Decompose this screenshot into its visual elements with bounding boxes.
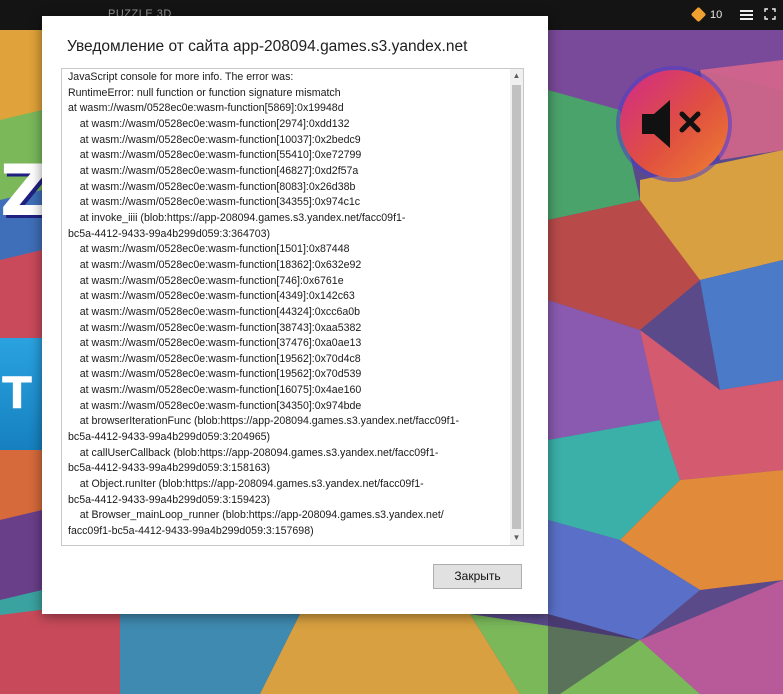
log-line: at wasm://wasm/0528ec0e:wasm-function[38… xyxy=(68,321,362,334)
play-banner[interactable]: T xyxy=(0,338,44,450)
dialog-title: Уведомление от сайта app-208094.games.s3… xyxy=(67,38,468,55)
log-line: RuntimeError: null function or function … xyxy=(68,86,341,99)
log-line: bc5a-4412-9433-99a4b299d059:3:364703) xyxy=(68,227,271,240)
log-line: bc5a-4412-9433-99a4b299d059:3:204965) xyxy=(68,431,271,444)
error-log-text: JavaScript console for more info. The er… xyxy=(68,70,508,540)
scroll-down-arrow-icon[interactable]: ▼ xyxy=(510,531,523,545)
error-log-textarea[interactable]: JavaScript console for more info. The er… xyxy=(61,68,524,546)
log-line: at wasm://wasm/0528ec0e:wasm-function[58… xyxy=(68,102,344,115)
log-line: at wasm://wasm/0528ec0e:wasm-function[74… xyxy=(68,274,344,287)
scroll-thumb[interactable] xyxy=(512,85,521,529)
log-line: at Browser_mainLoop_runner (blob:https:/… xyxy=(68,509,444,522)
log-line: at wasm://wasm/0528ec0e:wasm-function[19… xyxy=(68,368,362,381)
fullscreen-icon[interactable] xyxy=(764,8,776,20)
log-line: at callUserCallback (blob:https://app-20… xyxy=(68,446,439,459)
log-line: facc09f1-bc5a-4412-9433-99a4b299d059:3:1… xyxy=(68,525,314,538)
log-line: at Object.runIter (blob:https://app-2080… xyxy=(68,478,424,491)
log-line: at invoke_iiii (blob:https://app-208094.… xyxy=(68,211,406,224)
log-line: at wasm://wasm/0528ec0e:wasm-function[80… xyxy=(68,180,356,193)
site-alert-dialog: Уведомление от сайта app-208094.games.s3… xyxy=(42,16,548,614)
log-line: at wasm://wasm/0528ec0e:wasm-function[44… xyxy=(68,305,361,318)
log-line: bc5a-4412-9433-99a4b299d059:3:159423) xyxy=(68,493,271,506)
coin-count: 10 xyxy=(710,9,723,21)
log-line: at wasm://wasm/0528ec0e:wasm-function[16… xyxy=(68,384,362,397)
log-line: at wasm://wasm/0528ec0e:wasm-function[10… xyxy=(68,133,361,146)
log-line: at wasm://wasm/0528ec0e:wasm-function[19… xyxy=(68,352,361,365)
log-line: at wasm://wasm/0528ec0e:wasm-function[18… xyxy=(68,258,362,271)
log-scrollbar[interactable]: ▲ ▼ xyxy=(510,69,523,545)
log-line: at browserIterationFunc (blob:https://ap… xyxy=(68,415,460,428)
log-line: at wasm://wasm/0528ec0e:wasm-function[37… xyxy=(68,337,362,350)
play-banner-label: T xyxy=(2,368,33,419)
sound-toggle-button[interactable] xyxy=(620,70,728,178)
speaker-muted-icon xyxy=(642,100,701,148)
coin-icon xyxy=(690,6,707,23)
log-line: at wasm://wasm/0528ec0e:wasm-function[34… xyxy=(68,196,361,209)
log-line: at wasm://wasm/0528ec0e:wasm-function[15… xyxy=(68,243,350,256)
log-line: at wasm://wasm/0528ec0e:wasm-function[34… xyxy=(68,399,362,412)
log-line: at wasm://wasm/0528ec0e:wasm-function[43… xyxy=(68,290,355,303)
log-line: at wasm://wasm/0528ec0e:wasm-function[55… xyxy=(68,149,362,162)
close-button[interactable]: Закрыть xyxy=(433,564,522,589)
log-line: bc5a-4412-9433-99a4b299d059:3:158163) xyxy=(68,462,271,475)
log-line: at wasm://wasm/0528ec0e:wasm-function[46… xyxy=(68,164,359,177)
scroll-up-arrow-icon[interactable]: ▲ xyxy=(510,69,523,83)
log-line: JavaScript console for more info. The er… xyxy=(68,71,294,83)
hamburger-menu-icon[interactable] xyxy=(740,10,753,20)
log-line: at wasm://wasm/0528ec0e:wasm-function[29… xyxy=(68,117,350,130)
